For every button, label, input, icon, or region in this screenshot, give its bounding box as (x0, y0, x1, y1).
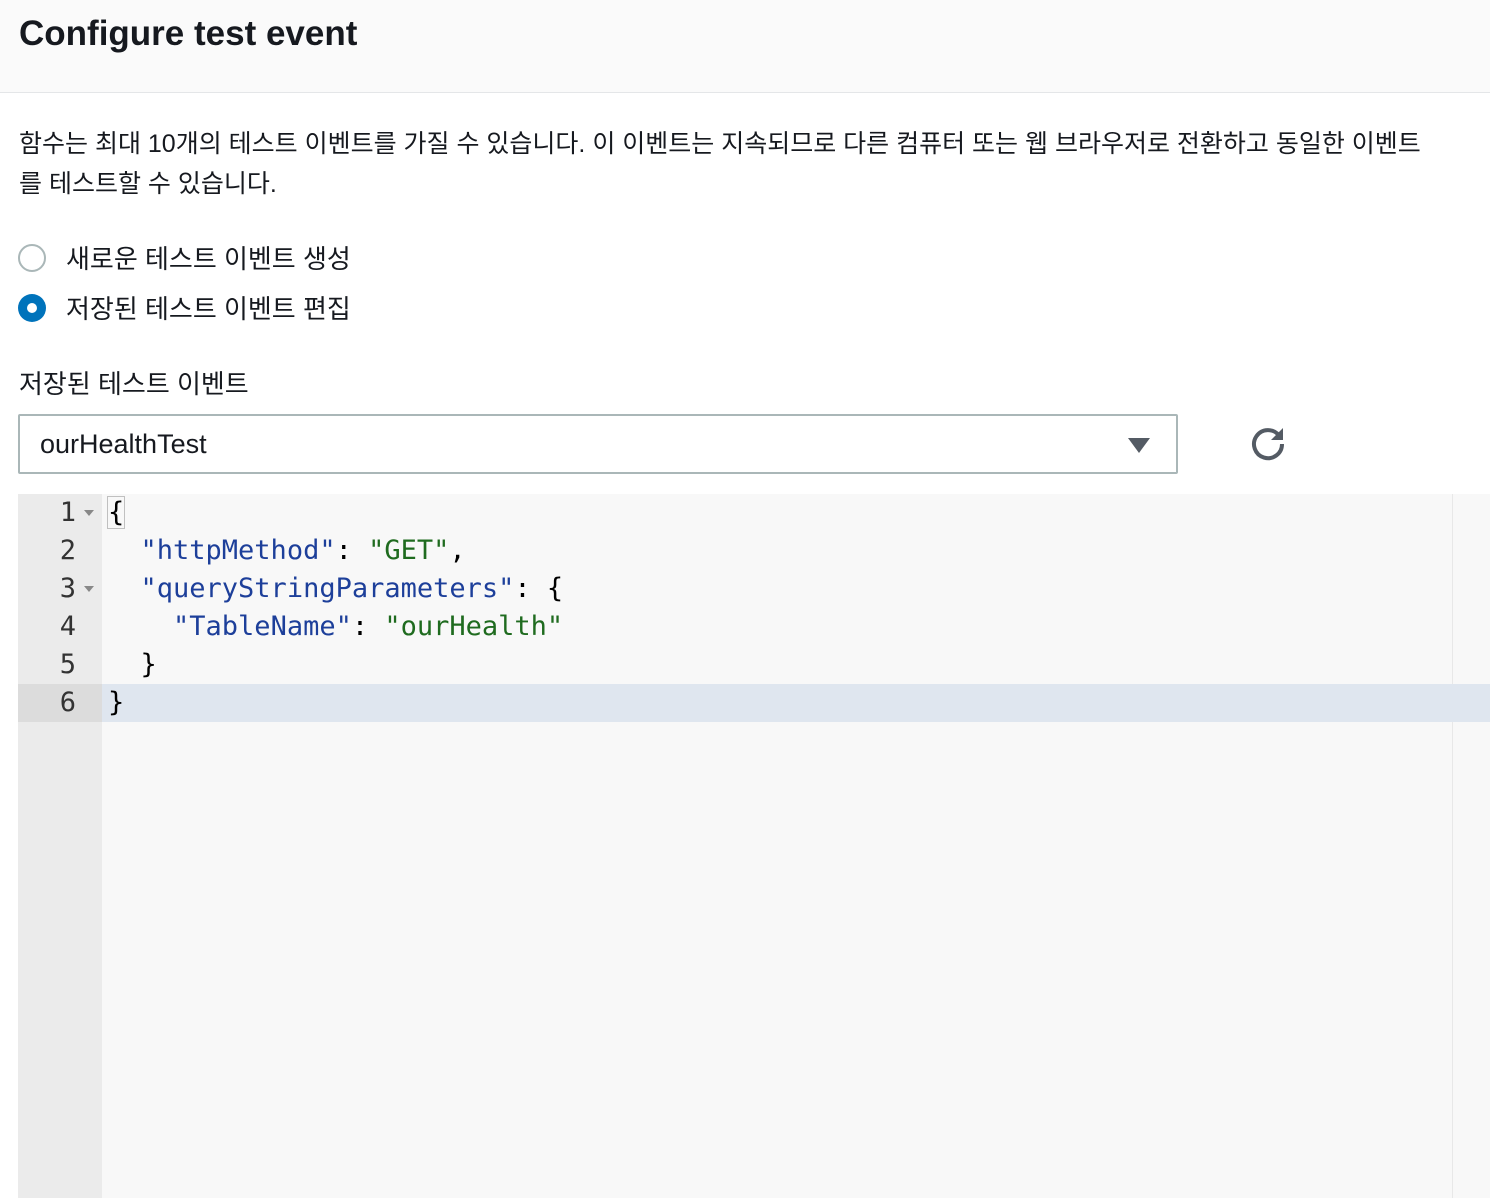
saved-events-label: 저장된 테스트 이벤트 (19, 369, 249, 399)
code-line-1[interactable]: 1 { (18, 494, 1490, 532)
modal-header: Configure test event (0, 0, 1490, 93)
code-line-2[interactable]: 2 "httpMethod": "GET", (18, 532, 1490, 570)
code-text: { (106, 496, 126, 529)
code-line-6[interactable]: 6 } (18, 684, 1490, 722)
selected-event-value: ourHealthTest (40, 429, 207, 459)
json-comma: , (449, 535, 466, 566)
radio-label-edit-saved: 저장된 테스트 이벤트 편집 (66, 294, 351, 324)
json-colon: : (351, 611, 385, 642)
json-code-editor[interactable]: 1 { 2 "httpMethod": "GET", 3 "queryStrin… (18, 494, 1490, 1198)
radio-button-checked[interactable] (18, 293, 46, 322)
json-key: "httpMethod" (140, 535, 336, 566)
json-key: "TableName" (173, 611, 352, 642)
gutter-cell-4: 4 (18, 608, 102, 646)
fold-arrow-icon[interactable] (84, 510, 94, 516)
line-number: 2 (59, 535, 76, 566)
json-colon: : (335, 535, 369, 566)
code-line-4[interactable]: 4 "TableName": "ourHealth" (18, 608, 1490, 646)
line-number: 5 (59, 649, 76, 680)
close-brace: } (108, 687, 125, 718)
gutter-cell-3: 3 (18, 570, 102, 608)
code-text: } (108, 687, 124, 718)
code-line-5[interactable]: 5 } (18, 646, 1490, 684)
gutter-cell-5: 5 (18, 646, 102, 684)
json-string-value: "GET" (368, 535, 450, 566)
fold-arrow-icon[interactable] (84, 586, 94, 592)
code-text: "httpMethod": "GET", (108, 535, 466, 566)
radio-edit-saved-event[interactable]: 저장된 테스트 이벤트 편집 (18, 289, 351, 326)
description-text: 함수는 최대 10개의 테스트 이벤트를 가질 수 있습니다. 이 이벤트는 지… (19, 124, 1490, 204)
line-number: 6 (59, 687, 76, 718)
code-line-3[interactable]: 3 "queryStringParameters": { (18, 570, 1490, 608)
modal-title: Configure test event (19, 14, 358, 53)
json-string-value: "ourHealth" (384, 611, 564, 642)
refresh-icon[interactable] (1248, 424, 1288, 464)
gutter-cell-2: 2 (18, 532, 102, 570)
radio-create-new-event[interactable]: 새로운 테스트 이벤트 생성 (18, 239, 351, 276)
open-brace: { (106, 496, 126, 529)
saved-event-select[interactable]: ourHealthTest (18, 414, 1178, 474)
gutter-cell-1: 1 (18, 494, 102, 532)
description-line-2: 를 테스트할 수 있습니다. (19, 170, 277, 198)
radio-label-create-new: 새로운 테스트 이벤트 생성 (66, 244, 351, 274)
code-text: } (108, 649, 157, 680)
code-text: "TableName": "ourHealth" (108, 611, 563, 642)
json-colon-brace: : { (514, 573, 564, 604)
gutter-cell-6: 6 (18, 684, 102, 722)
description-line-1: 함수는 최대 10개의 테스트 이벤트를 가질 수 있습니다. 이 이벤트는 지… (19, 130, 1421, 158)
code-text: "queryStringParameters": { (108, 573, 564, 604)
close-brace: } (140, 649, 157, 680)
line-number: 4 (59, 611, 76, 642)
caret-down-icon (1128, 438, 1150, 453)
radio-button-unchecked[interactable] (18, 243, 46, 272)
line-number: 1 (59, 497, 76, 528)
line-number: 3 (59, 573, 76, 604)
json-key: "queryStringParameters" (140, 573, 515, 604)
